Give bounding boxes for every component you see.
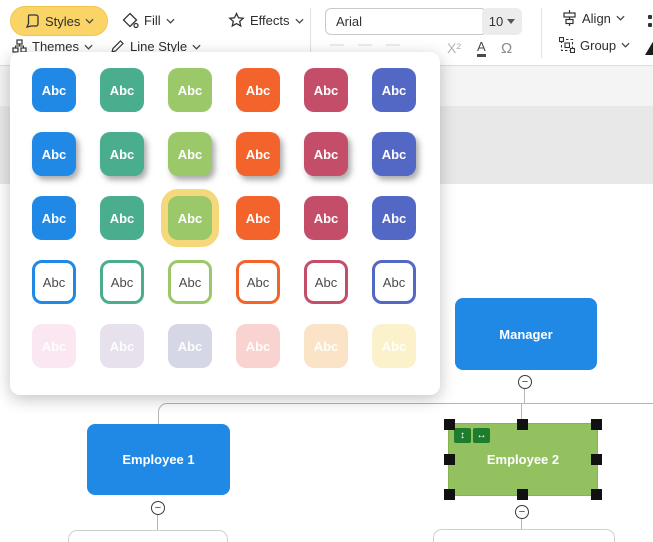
chevron-down-icon xyxy=(84,44,93,50)
style-swatch[interactable]: Abc xyxy=(304,324,348,368)
node-label: Manager xyxy=(499,326,553,342)
style-swatch[interactable]: Abc xyxy=(100,132,144,176)
selection-handle[interactable] xyxy=(444,454,455,465)
style-swatch[interactable]: Abc xyxy=(32,260,76,304)
style-swatch[interactable]: Abc xyxy=(100,196,144,240)
node-manager[interactable]: Manager xyxy=(455,298,597,370)
style-swatch[interactable]: Abc xyxy=(32,324,76,368)
chevron-down-icon xyxy=(294,18,304,24)
effects-button[interactable]: Effects xyxy=(228,12,304,29)
child-node[interactable] xyxy=(433,529,615,542)
style-swatch[interactable]: Abc xyxy=(372,324,416,368)
selection-handle[interactable] xyxy=(591,489,602,500)
collapse-button[interactable]: − xyxy=(515,505,529,519)
font-family-input[interactable]: Arial xyxy=(325,8,487,35)
style-swatch[interactable]: Abc xyxy=(236,196,280,240)
style-swatch[interactable]: Abc xyxy=(304,260,348,304)
style-swatch-grid: Abc Abc Abc Abc Abc Abc Abc Abc Abc Abc Abc Abc Abc A… xyxy=(10,52,440,368)
star-icon xyxy=(228,12,245,28)
resize-vertical-icon[interactable]: ↕ xyxy=(454,428,471,443)
connector-line xyxy=(157,514,158,531)
effects-label: Effects xyxy=(250,13,290,28)
clipped-toolbar-icon[interactable] xyxy=(648,14,652,30)
collapse-button[interactable]: − xyxy=(518,375,532,389)
selection-handle[interactable] xyxy=(517,489,528,500)
style-swatch[interactable]: Abc xyxy=(372,132,416,176)
selection-handle[interactable] xyxy=(591,454,602,465)
selection-handle[interactable] xyxy=(517,419,528,430)
node-label: Employee 1 xyxy=(122,452,195,467)
group-label: Group xyxy=(580,37,617,53)
clipped-shape-icon[interactable] xyxy=(645,40,653,55)
style-swatch[interactable]: Abc xyxy=(372,68,416,112)
fill-button[interactable]: Fill xyxy=(122,12,175,29)
collapse-button[interactable]: − xyxy=(151,501,165,515)
style-swatch[interactable]: Abc xyxy=(168,196,212,240)
style-swatch[interactable]: Abc xyxy=(100,68,144,112)
selection-handle[interactable] xyxy=(444,489,455,500)
style-swatch[interactable]: Abc xyxy=(236,260,280,304)
node-employee-2[interactable]: ↕ ↔ Employee 2 xyxy=(444,419,602,500)
align-button[interactable]: Align xyxy=(562,10,625,26)
styles-icon xyxy=(25,14,39,28)
style-swatch[interactable]: Abc xyxy=(372,196,416,240)
superscript-button[interactable]: X² xyxy=(447,40,461,56)
group-icon xyxy=(559,37,575,53)
special-characters-button[interactable]: Ω xyxy=(501,40,512,57)
font-color-button[interactable]: A xyxy=(477,40,486,57)
group-button[interactable]: Group xyxy=(559,37,630,53)
node-employee-1[interactable]: Employee 1 xyxy=(87,424,230,495)
styles-dropdown-panel: Abc Abc Abc Abc Abc Abc Abc Abc Abc Abc Abc Abc Abc A… xyxy=(10,52,440,395)
style-swatch[interactable]: Abc xyxy=(168,132,212,176)
styles-label: Styles xyxy=(45,13,81,29)
styles-button[interactable]: Styles xyxy=(10,6,109,36)
style-swatch[interactable]: Abc xyxy=(168,68,212,112)
app-window: Manager − Employee 1 − ↕ ↔ Employee 2 − xyxy=(0,0,653,542)
toolbar-divider xyxy=(310,8,311,58)
chevron-down-icon xyxy=(166,18,175,24)
chevron-down-icon xyxy=(85,18,94,24)
connector-line xyxy=(524,389,525,404)
style-swatch[interactable]: Abc xyxy=(304,196,348,240)
node-label: Employee 2 xyxy=(486,452,560,467)
style-swatch[interactable]: Abc xyxy=(236,324,280,368)
resize-horizontal-icon[interactable]: ↔ xyxy=(473,428,490,443)
font-size-value: 10 xyxy=(488,14,504,29)
style-swatch[interactable]: Abc xyxy=(32,196,76,240)
fill-icon xyxy=(122,12,139,29)
selection-handle[interactable] xyxy=(444,419,455,430)
align-label: Align xyxy=(582,10,611,26)
chevron-down-icon xyxy=(192,44,201,50)
font-size-dropdown[interactable]: 10 xyxy=(482,8,522,35)
chevron-down-icon xyxy=(621,42,630,48)
chevron-down-icon xyxy=(616,15,625,21)
style-swatch[interactable]: Abc xyxy=(236,68,280,112)
fill-label: Fill xyxy=(144,13,161,28)
align-icon xyxy=(563,10,576,26)
resize-badges: ↕ ↔ xyxy=(454,428,490,443)
style-swatch[interactable]: Abc xyxy=(168,324,212,368)
style-swatch[interactable]: Abc xyxy=(304,68,348,112)
caret-down-icon xyxy=(507,19,516,24)
style-swatch[interactable]: Abc xyxy=(236,132,280,176)
style-swatch[interactable]: Abc xyxy=(100,324,144,368)
toolbar-divider xyxy=(541,8,542,58)
selection-handle[interactable] xyxy=(591,419,602,430)
child-node[interactable] xyxy=(68,530,228,542)
style-swatch[interactable]: Abc xyxy=(372,260,416,304)
style-swatch[interactable]: Abc xyxy=(32,132,76,176)
style-swatch[interactable]: Abc xyxy=(32,68,76,112)
style-swatch[interactable]: Abc xyxy=(100,260,144,304)
style-swatch[interactable]: Abc xyxy=(304,132,348,176)
style-swatch[interactable]: Abc xyxy=(168,260,212,304)
